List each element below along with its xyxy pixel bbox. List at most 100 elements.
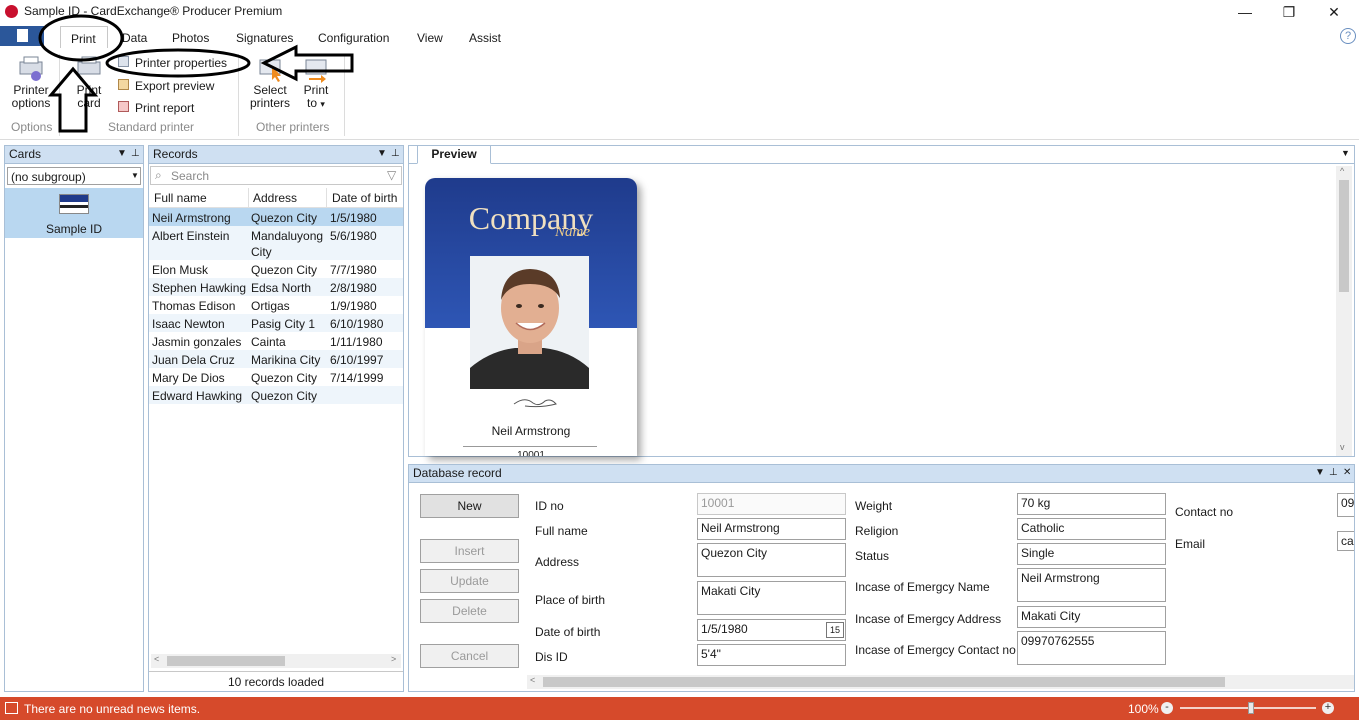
ribbon-panel: Printer options Print card Printer prope… (0, 48, 1359, 140)
print-card-button[interactable]: Print card (64, 54, 114, 120)
printer-options-button[interactable]: Printer options (6, 54, 56, 120)
record-horizontal-scrollbar[interactable]: < (527, 675, 1354, 689)
scroll-left-icon[interactable]: < (154, 654, 159, 664)
tab-view[interactable]: View (417, 31, 443, 45)
table-row[interactable]: Albert Einstein Mandaluyong City 5/6/1980 (149, 226, 403, 260)
table-cell-dob: 6/10/1980 (330, 317, 384, 331)
card-item[interactable]: Sample ID (5, 188, 143, 238)
report-icon (118, 101, 129, 112)
print-report-label: Print report (135, 101, 195, 115)
contact-no-label: Contact no (1175, 505, 1234, 519)
column-header-date-of-birth[interactable]: Date of birth (332, 191, 397, 205)
zoom-out-button[interactable]: - (1161, 702, 1173, 714)
subgroup-select-value: (no subgroup) (11, 170, 86, 184)
scrollbar-thumb[interactable] (167, 656, 285, 666)
preview-vertical-scrollbar[interactable]: ^ v (1336, 166, 1352, 456)
new-button[interactable]: New (420, 494, 519, 518)
subgroup-select[interactable]: (no subgroup) ▼ (7, 167, 141, 185)
select-printers-button[interactable]: Select printers (246, 54, 294, 120)
table-row[interactable]: Neil Armstrong Quezon City 1/5/1980 (149, 208, 403, 226)
tab-print[interactable]: Print (60, 26, 108, 48)
help-icon[interactable]: ? (1340, 28, 1356, 44)
email-field[interactable]: car (1337, 531, 1354, 551)
cancel-button[interactable]: Cancel (420, 644, 519, 668)
panel-menu-icon[interactable]: ▼ (377, 146, 387, 162)
filter-icon[interactable]: ▽ (387, 168, 396, 182)
table-row[interactable]: Edward Hawking Quezon City (149, 386, 403, 404)
panel-menu-icon[interactable]: ▼ (1315, 465, 1325, 481)
emergency-address-field[interactable]: Makati City (1017, 606, 1166, 628)
news-icon[interactable] (5, 702, 18, 714)
scroll-left-icon[interactable]: < (530, 675, 535, 685)
tab-assist[interactable]: Assist (469, 31, 501, 45)
zoom-in-button[interactable]: + (1322, 702, 1334, 714)
tab-configuration[interactable]: Configuration (318, 31, 389, 45)
tab-signatures[interactable]: Signatures (236, 31, 293, 45)
table-cell-name: Thomas Edison (152, 299, 236, 313)
calendar-icon[interactable]: 15 (826, 622, 844, 638)
minimize-button[interactable]: — (1222, 0, 1268, 24)
print-report-button[interactable]: Print report (118, 99, 238, 117)
tab-photos[interactable]: Photos (172, 31, 209, 45)
column-header-address[interactable]: Address (253, 191, 297, 205)
pin-icon[interactable]: ⊥ (131, 146, 140, 162)
table-row[interactable]: Stephen Hawking Edsa North 2/8/1980 (149, 278, 403, 296)
print-to-button[interactable]: Print to ▾ (298, 54, 334, 120)
insert-button[interactable]: Insert (420, 539, 519, 563)
delete-button[interactable]: Delete (420, 599, 519, 623)
dis-id-field[interactable]: 5'4" (697, 644, 846, 666)
zoom-slider[interactable] (1180, 702, 1316, 714)
tab-data[interactable]: Data (122, 31, 147, 45)
export-preview-button[interactable]: Export preview (118, 77, 238, 95)
pin-icon[interactable]: ⊥ (1329, 465, 1338, 481)
scroll-up-icon[interactable]: ^ (1340, 166, 1344, 176)
search-input[interactable]: ⌕ Search ▽ (150, 166, 402, 185)
scrollbar-thumb[interactable] (1339, 180, 1349, 292)
address-field[interactable]: Quezon City (697, 543, 846, 577)
scroll-down-icon[interactable]: v (1340, 442, 1345, 452)
maximize-button[interactable]: ❐ (1266, 0, 1312, 24)
table-cell-address: Pasig City 1 (251, 317, 316, 331)
table-row[interactable]: Juan Dela Cruz Marikina City 6/10/1997 (149, 350, 403, 368)
card-thumbnail-icon (59, 194, 89, 214)
records-panel-title: Records (153, 147, 198, 161)
column-divider (248, 188, 249, 208)
close-icon[interactable]: ✕ (1343, 465, 1351, 481)
id-no-field[interactable]: 10001 (697, 493, 846, 515)
pin-icon[interactable]: ⊥ (391, 146, 400, 162)
tab-preview[interactable]: Preview (417, 145, 491, 164)
records-horizontal-scrollbar[interactable]: < > (151, 654, 401, 668)
zoom-slider-thumb[interactable] (1248, 702, 1254, 714)
status-field[interactable]: Single (1017, 543, 1166, 565)
table-cell-dob: 6/10/1997 (330, 353, 384, 367)
chevron-down-icon: ▾ (320, 99, 325, 109)
group-label-other-printers: Other printers (256, 120, 330, 134)
emergency-contact-field[interactable]: 09970762555 (1017, 631, 1166, 665)
panel-menu-icon[interactable]: ▼ (117, 146, 127, 162)
close-button[interactable]: ✕ (1311, 0, 1357, 24)
scroll-right-icon[interactable]: > (391, 654, 396, 664)
table-row[interactable]: Jasmin gonzales Cainta 1/11/1980 (149, 332, 403, 350)
date-of-birth-field[interactable]: 1/5/1980 15 (697, 619, 846, 641)
table-cell-address: Ortigas (251, 299, 290, 313)
table-row[interactable]: Mary De Dios Quezon City 7/14/1999 (149, 368, 403, 386)
chevron-down-icon[interactable]: ▼ (1341, 148, 1350, 158)
table-cell-name: Isaac Newton (152, 317, 225, 331)
table-row[interactable]: Isaac Newton Pasig City 1 6/10/1980 (149, 314, 403, 332)
weight-field[interactable]: 70 kg (1017, 493, 1166, 515)
table-cell-name: Elon Musk (152, 263, 209, 277)
printer-properties-button[interactable]: Printer properties (118, 54, 238, 72)
table-row[interactable]: Thomas Edison Ortigas 1/9/1980 (149, 296, 403, 314)
emergency-name-field[interactable]: Neil Armstrong (1017, 568, 1166, 602)
full-name-field[interactable]: Neil Armstrong (697, 518, 846, 540)
table-cell-name: Stephen Hawking (152, 281, 247, 295)
religion-field[interactable]: Catholic (1017, 518, 1166, 540)
update-button[interactable]: Update (420, 569, 519, 593)
table-row[interactable]: Elon Musk Quezon City 7/7/1980 (149, 260, 403, 278)
contact-no-field[interactable]: 099 (1337, 493, 1354, 517)
scrollbar-thumb[interactable] (543, 677, 1225, 687)
column-header-full-name[interactable]: Full name (154, 191, 207, 205)
signature-image (513, 399, 557, 408)
place-of-birth-field[interactable]: Makati City (697, 581, 846, 615)
table-cell-dob: 7/14/1999 (330, 371, 384, 385)
